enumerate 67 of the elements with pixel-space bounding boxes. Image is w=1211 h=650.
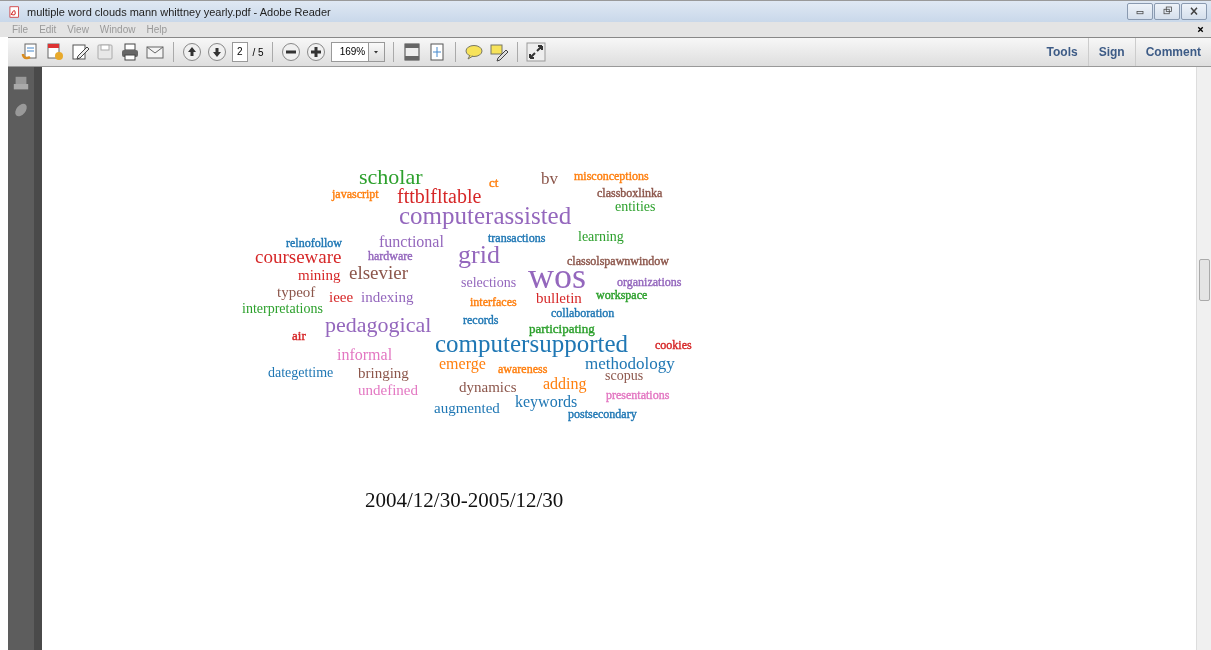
page-count: / 5 <box>252 46 264 58</box>
cloud-word: scholar <box>359 165 423 188</box>
cloud-word: interpretations <box>242 302 323 317</box>
cloud-word: dynamics <box>459 379 517 395</box>
document-arrow-icon[interactable] <box>20 42 40 62</box>
cloud-word: classolspawnwindow <box>567 255 669 268</box>
cloud-word: typeof <box>277 284 316 300</box>
cloud-word: classboxlinka <box>597 187 663 200</box>
cloud-word: workspace <box>596 289 648 302</box>
pane-tab[interactable]: Tools <box>1036 38 1088 66</box>
pane-tab[interactable]: Comment <box>1134 38 1211 66</box>
comment-icon[interactable] <box>463 42 484 62</box>
cloud-word: records <box>463 314 499 327</box>
cloud-word: emerge <box>439 356 486 373</box>
cloud-word: methodology <box>585 354 675 372</box>
cloud-word: interfaces <box>470 296 517 309</box>
cloud-word: fttblfltable <box>397 186 482 206</box>
page-number-field[interactable]: 2 <box>232 42 248 62</box>
cloud-word: keywords <box>515 394 578 411</box>
cloud-word: postsecondary <box>568 408 637 421</box>
cloud-word: bulletin <box>536 290 582 306</box>
cloud-word: ieee <box>329 289 354 305</box>
expand-icon[interactable] <box>525 42 546 62</box>
minimize-icon[interactable] <box>1127 3 1153 20</box>
cloud-word: bringing <box>358 365 409 381</box>
cloud-word: javascript <box>332 188 379 201</box>
arrow-down-icon[interactable] <box>207 42 227 62</box>
fit-width-icon[interactable] <box>401 42 422 62</box>
cloud-word: awareness <box>498 363 548 376</box>
cloud-word: air <box>292 328 306 342</box>
zoom-out-icon[interactable] <box>280 42 301 62</box>
close-icon[interactable] <box>1181 3 1207 20</box>
edit-document-icon[interactable] <box>70 42 90 62</box>
window-title: multiple word clouds mann whittney yearly.pdf - Adobe Reader <box>27 5 331 18</box>
cloud-word: informal <box>337 347 393 364</box>
scrollbar-thumb[interactable] <box>1198 259 1210 301</box>
cloud-word: elsevier <box>349 262 409 282</box>
date-range: 2004/12/30-2005/12/30 <box>365 488 564 513</box>
cloud-word: cookies <box>655 339 692 352</box>
cloud-word: mining <box>298 267 341 283</box>
zoom-in-icon[interactable] <box>305 42 326 62</box>
cloud-word: presentations <box>606 389 670 402</box>
cloud-word: adding <box>543 376 587 393</box>
cloud-word: selections <box>461 276 517 291</box>
cloud-word: misconceptions <box>574 170 649 183</box>
cloud-word: computerassisted <box>399 203 572 229</box>
cloud-word: scopus <box>605 369 644 384</box>
cloud-word: learning <box>578 230 624 245</box>
cloud-word: collaboration <box>551 307 615 320</box>
pane-tab[interactable]: Sign <box>1087 38 1135 66</box>
highlight-pen-icon[interactable] <box>488 42 509 62</box>
cloud-word: hardware <box>368 250 413 263</box>
cloud-word: bv <box>541 169 558 187</box>
cloud-word: augmented <box>434 400 500 416</box>
cloud-word: entities <box>615 200 656 215</box>
cloud-word: indexing <box>361 289 414 305</box>
arrow-up-icon[interactable] <box>182 42 202 62</box>
cloud-word: undefined <box>358 382 418 398</box>
cloud-word: pedagogical <box>325 313 432 336</box>
print-icon[interactable] <box>120 42 140 62</box>
cloud-word: organizations <box>617 276 682 289</box>
cloud-word: ct <box>489 175 499 189</box>
cloud-word: functional <box>379 234 444 251</box>
close-icon[interactable] <box>1196 25 1205 34</box>
restore-icon[interactable] <box>1154 3 1180 20</box>
pdf-file-icon <box>8 4 21 19</box>
cloud-word: dategettime <box>268 366 334 381</box>
